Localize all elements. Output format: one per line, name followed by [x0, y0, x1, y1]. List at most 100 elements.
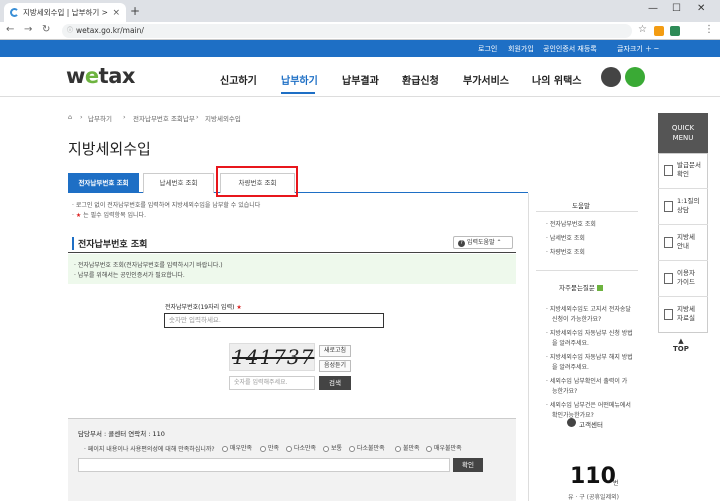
- faq-link-text: 지방세외수입 자동납부 해지 방법: [549, 354, 633, 361]
- survey-option[interactable]: 불만족: [395, 443, 420, 452]
- tab-title: 지방세외수입 | 납부하기 > 전자: [23, 8, 108, 17]
- divider: [536, 270, 638, 271]
- captcha-audio-button[interactable]: 음성듣기: [319, 360, 351, 372]
- phone-icon: [567, 418, 576, 427]
- wetax-logo[interactable]: wetax: [66, 64, 135, 88]
- faq-link-cont[interactable]: 신청이 가능한가요?: [552, 314, 601, 323]
- faq-link-cont[interactable]: 을 알려주세요.: [552, 362, 589, 371]
- survey-option[interactable]: 매우불만족: [426, 443, 462, 452]
- faq-link-text: 지방세외수입 자동납부 신청 방법: [549, 330, 633, 337]
- call-center-hours: 유 · 구 (공휴일제외): [568, 494, 619, 501]
- top-button[interactable]: ▲ TOP: [673, 337, 689, 353]
- new-tab-button[interactable]: +: [130, 4, 140, 18]
- logo-part: tax: [98, 64, 136, 88]
- faq-title: 자주묻는질문: [559, 282, 603, 292]
- extension-icon[interactable]: [654, 26, 664, 36]
- breadcrumb-item[interactable]: 납부하기: [88, 113, 112, 123]
- survey-option[interactable]: 다소만족: [286, 443, 316, 452]
- search-button[interactable]: 검색: [319, 376, 351, 390]
- option-label: 다소불만족: [357, 445, 385, 452]
- menu-dots-icon[interactable]: ⋮: [704, 24, 714, 35]
- survey-option[interactable]: 매우만족: [222, 443, 252, 452]
- quick-item-docs[interactable]: 발급문서 확인: [658, 153, 708, 189]
- captcha-text: 141737: [232, 345, 315, 369]
- notice-text: · ★ 는 필수 입력항목 입니다.: [72, 212, 146, 219]
- search-icon[interactable]: [625, 67, 645, 87]
- font-size-control[interactable]: 글자크기 ＋ ─: [617, 44, 658, 54]
- window-close-button[interactable]: ✕: [697, 3, 705, 14]
- section-divider: [68, 252, 516, 253]
- help-link[interactable]: · 차량번호 조회: [546, 247, 585, 256]
- faq-link[interactable]: · 지방세외수입 자동납부 신청 방법: [546, 328, 633, 337]
- tab-epay-number[interactable]: 전자납부번호 조회: [68, 173, 139, 193]
- nav-my[interactable]: 나의 위택스: [532, 72, 581, 87]
- extension-icon[interactable]: [670, 26, 680, 36]
- notice-line: 로그인 없이 전자납부번호를 입력하여 지방세외수입을 납부할 수 있습니다: [75, 202, 261, 209]
- faq-link-cont[interactable]: 능한가요?: [552, 386, 577, 395]
- quick-item-library[interactable]: 지방세 자료실: [658, 297, 708, 333]
- quick-item-user-guide[interactable]: 이용자 가이드: [658, 261, 708, 297]
- radio-icon: [395, 445, 401, 452]
- faq-link[interactable]: · 지방세외수입도 고지서 전자송달: [546, 304, 631, 313]
- survey-option[interactable]: 보통: [323, 443, 342, 452]
- quick-title: QUICK: [671, 124, 695, 132]
- folder-icon: [664, 309, 673, 320]
- cert-link[interactable]: 공인인증서 재등록: [543, 44, 597, 54]
- faq-link[interactable]: · 세외수입 납부건은 어떤메뉴에서: [546, 400, 631, 409]
- star-icon[interactable]: ☆: [638, 24, 647, 35]
- breadcrumb-item[interactable]: 전자납부번호 조회납부: [133, 113, 195, 123]
- login-link[interactable]: 로그인: [478, 44, 497, 54]
- close-tab-icon[interactable]: ×: [112, 8, 120, 18]
- help-title: 도움말: [572, 202, 590, 210]
- join-link[interactable]: 회원가입: [508, 44, 534, 54]
- faq-link-cont[interactable]: 을 알려주세요.: [552, 338, 589, 347]
- all-menu-icon[interactable]: [601, 67, 621, 87]
- quick-menu-header: QUICK MENU: [658, 113, 708, 153]
- guide-icon: [664, 273, 673, 284]
- nav-report[interactable]: 신고하기: [220, 72, 257, 87]
- info-icon[interactable]: ⓘ: [67, 24, 73, 38]
- back-icon[interactable]: ←: [6, 24, 14, 35]
- reload-icon[interactable]: ↻: [42, 24, 50, 35]
- call-center-number: 110: [570, 464, 616, 489]
- url-input[interactable]: ⓘ wetax.go.kr/main/: [62, 24, 632, 38]
- crumb-sep: ›: [123, 113, 126, 121]
- up-arrow-icon: ▲: [678, 337, 684, 345]
- maximize-button[interactable]: ☐: [672, 3, 681, 14]
- faq-link-text: 세외수입 납부건은 어떤메뉴에서: [549, 402, 631, 409]
- nav-result[interactable]: 납부결과: [342, 72, 379, 87]
- required-star: ★: [75, 212, 82, 219]
- forward-icon[interactable]: →: [24, 24, 32, 35]
- option-label: 불만족: [403, 445, 420, 452]
- home-icon[interactable]: ⌂: [68, 113, 72, 121]
- captcha-input[interactable]: 숫자를 입력해주세요.: [229, 376, 315, 390]
- help-link[interactable]: · 납세번호 조회: [546, 233, 585, 242]
- quick-item-qna[interactable]: 1:1질의 상담: [658, 189, 708, 225]
- plus-icon[interactable]: [596, 285, 603, 291]
- survey-option[interactable]: 만족: [260, 443, 279, 452]
- quick-item-guide-tax[interactable]: 지방세 안내: [658, 225, 708, 261]
- option-label: 보통: [331, 445, 343, 452]
- epay-number-input[interactable]: 숫자만 입력하세요.: [164, 313, 384, 328]
- logo-part: w: [66, 64, 85, 88]
- quick-item-label: 이용자 가이드: [677, 269, 695, 286]
- captcha-refresh-button[interactable]: 새로고침: [319, 345, 351, 357]
- nav-pay[interactable]: 납부하기: [281, 72, 318, 87]
- faq-link[interactable]: · 지방세외수입 자동납부 해지 방법: [546, 352, 633, 361]
- survey-option[interactable]: 다소불만족: [349, 443, 385, 452]
- top-label: TOP: [673, 345, 689, 353]
- survey-comment-input[interactable]: [78, 458, 450, 472]
- help-link[interactable]: · 전자납부번호 조회: [546, 219, 596, 228]
- survey-submit-button[interactable]: 확인: [453, 458, 483, 472]
- tab-tax-number[interactable]: 납세번호 조회: [143, 173, 214, 193]
- breadcrumb-item[interactable]: 지방세외수입: [205, 113, 241, 123]
- info-line: · 전자납부번호 조회(전자납부번호를 입력하시기 바랍니다.): [74, 262, 223, 269]
- active-nav-underline: [281, 92, 315, 94]
- nav-refund[interactable]: 환급신청: [402, 72, 439, 87]
- call-center-unit: 번: [613, 480, 619, 487]
- nav-extra[interactable]: 부가서비스: [463, 72, 509, 87]
- faq-link[interactable]: · 세외수입 납부확인서 출력이 가: [546, 376, 627, 385]
- minimize-button[interactable]: —: [648, 3, 658, 14]
- input-help-button[interactable]: ? 입력도움말 ⌃: [453, 236, 513, 249]
- browser-tab[interactable]: 지방세외수입 | 납부하기 > 전자 ×: [4, 3, 126, 22]
